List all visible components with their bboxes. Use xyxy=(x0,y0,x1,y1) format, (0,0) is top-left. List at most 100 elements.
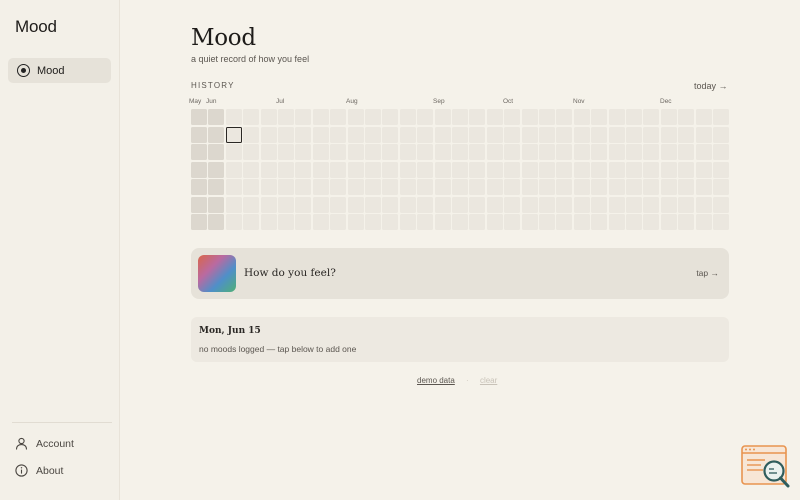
calendar-day-cell[interactable] xyxy=(191,179,207,195)
calendar-day-cell[interactable] xyxy=(347,196,364,213)
mood-prompt-card[interactable]: How do you feel? tap → xyxy=(191,248,729,299)
calendar-day-cell[interactable] xyxy=(678,126,695,143)
calendar-day-cell[interactable] xyxy=(556,179,573,195)
calendar-day-cell[interactable] xyxy=(382,179,399,195)
calendar-day-cell[interactable] xyxy=(399,179,416,195)
calendar-day-cell[interactable] xyxy=(452,214,468,230)
calendar-day-cell[interactable] xyxy=(678,196,695,213)
sidebar-item-about[interactable]: About xyxy=(15,464,63,477)
calendar-day-cell[interactable] xyxy=(608,126,625,143)
calendar-day-cell[interactable] xyxy=(417,214,434,230)
calendar-day-cell[interactable] xyxy=(452,144,468,160)
calendar-day-cell[interactable] xyxy=(573,196,590,213)
calendar-day-cell[interactable] xyxy=(660,214,677,230)
calendar-day-cell[interactable] xyxy=(260,144,277,160)
calendar-day-cell[interactable] xyxy=(678,109,695,125)
calendar-day-cell[interactable] xyxy=(626,109,642,125)
calendar-day-cell[interactable] xyxy=(695,161,712,178)
clear-link[interactable]: clear xyxy=(480,376,497,385)
calendar-day-cell[interactable] xyxy=(643,109,660,125)
calendar-day-cell-selected[interactable] xyxy=(225,126,242,143)
calendar-day-cell[interactable] xyxy=(695,196,712,213)
calendar-day-cell[interactable] xyxy=(486,144,503,160)
calendar-day-cell[interactable] xyxy=(643,144,660,160)
calendar-day-cell[interactable] xyxy=(678,144,695,160)
calendar-day-cell[interactable] xyxy=(225,144,242,160)
calendar-day-cell[interactable] xyxy=(556,144,573,160)
calendar-day-cell[interactable] xyxy=(295,126,312,143)
calendar-day-cell[interactable] xyxy=(312,161,329,178)
calendar-day-cell[interactable] xyxy=(278,144,294,160)
calendar-day-cell[interactable] xyxy=(417,196,434,213)
calendar-day-cell[interactable] xyxy=(243,144,260,160)
demo-data-link[interactable]: demo data xyxy=(417,376,455,385)
calendar-day-cell[interactable] xyxy=(243,161,260,178)
calendar-day-cell[interactable] xyxy=(191,196,207,213)
calendar-day-cell[interactable] xyxy=(452,126,468,143)
calendar-day-cell[interactable] xyxy=(713,144,729,160)
calendar-day-cell[interactable] xyxy=(312,109,329,125)
calendar-day-cell[interactable] xyxy=(695,126,712,143)
calendar-day-cell[interactable] xyxy=(208,109,225,125)
calendar-day-cell[interactable] xyxy=(469,196,486,213)
calendar-day-cell[interactable] xyxy=(399,161,416,178)
calendar-day-cell[interactable] xyxy=(521,196,538,213)
calendar-day-cell[interactable] xyxy=(208,196,225,213)
calendar-day-cell[interactable] xyxy=(191,109,207,125)
calendar-day-cell[interactable] xyxy=(243,179,260,195)
calendar-day-cell[interactable] xyxy=(417,144,434,160)
calendar-day-cell[interactable] xyxy=(573,126,590,143)
calendar-day-cell[interactable] xyxy=(591,161,608,178)
calendar-day-cell[interactable] xyxy=(452,196,468,213)
calendar-day-cell[interactable] xyxy=(399,109,416,125)
calendar-day-cell[interactable] xyxy=(365,161,381,178)
calendar-day-cell[interactable] xyxy=(260,179,277,195)
calendar-day-cell[interactable] xyxy=(486,161,503,178)
calendar-day-cell[interactable] xyxy=(434,179,451,195)
calendar-day-cell[interactable] xyxy=(556,196,573,213)
calendar-day-cell[interactable] xyxy=(521,214,538,230)
calendar-day-cell[interactable] xyxy=(539,144,555,160)
calendar-day-cell[interactable] xyxy=(539,126,555,143)
calendar-day-cell[interactable] xyxy=(695,179,712,195)
calendar-day-cell[interactable] xyxy=(486,214,503,230)
calendar-day-cell[interactable] xyxy=(469,161,486,178)
calendar-day-cell[interactable] xyxy=(608,214,625,230)
calendar-day-cell[interactable] xyxy=(556,161,573,178)
calendar-day-cell[interactable] xyxy=(312,214,329,230)
calendar-day-cell[interactable] xyxy=(191,214,207,230)
calendar-day-cell[interactable] xyxy=(312,179,329,195)
calendar-day-cell[interactable] xyxy=(626,161,642,178)
calendar-day-cell[interactable] xyxy=(573,179,590,195)
calendar-day-cell[interactable] xyxy=(452,109,468,125)
calendar-day-cell[interactable] xyxy=(278,109,294,125)
calendar-day-cell[interactable] xyxy=(539,196,555,213)
calendar-day-cell[interactable] xyxy=(330,126,347,143)
calendar-day-cell[interactable] xyxy=(660,161,677,178)
calendar-day-cell[interactable] xyxy=(365,179,381,195)
calendar-day-cell[interactable] xyxy=(573,109,590,125)
sidebar-item-mood[interactable]: Mood xyxy=(8,58,111,83)
sidebar-item-account[interactable]: Account xyxy=(15,437,74,450)
calendar-day-cell[interactable] xyxy=(434,144,451,160)
calendar-day-cell[interactable] xyxy=(556,126,573,143)
calendar-day-cell[interactable] xyxy=(608,144,625,160)
calendar-day-cell[interactable] xyxy=(365,144,381,160)
calendar-day-cell[interactable] xyxy=(191,126,207,143)
calendar-day-cell[interactable] xyxy=(591,179,608,195)
calendar-day-cell[interactable] xyxy=(312,144,329,160)
calendar-day-cell[interactable] xyxy=(521,179,538,195)
calendar-day-cell[interactable] xyxy=(225,214,242,230)
calendar-day-cell[interactable] xyxy=(660,109,677,125)
calendar-day-cell[interactable] xyxy=(260,126,277,143)
calendar-day-cell[interactable] xyxy=(469,109,486,125)
calendar-day-cell[interactable] xyxy=(260,214,277,230)
calendar-day-cell[interactable] xyxy=(539,214,555,230)
calendar-day-cell[interactable] xyxy=(382,144,399,160)
calendar-day-cell[interactable] xyxy=(278,179,294,195)
calendar-day-cell[interactable] xyxy=(521,144,538,160)
calendar-day-cell[interactable] xyxy=(347,109,364,125)
calendar-day-cell[interactable] xyxy=(330,109,347,125)
calendar-day-cell[interactable] xyxy=(504,144,521,160)
calendar-day-cell[interactable] xyxy=(608,109,625,125)
